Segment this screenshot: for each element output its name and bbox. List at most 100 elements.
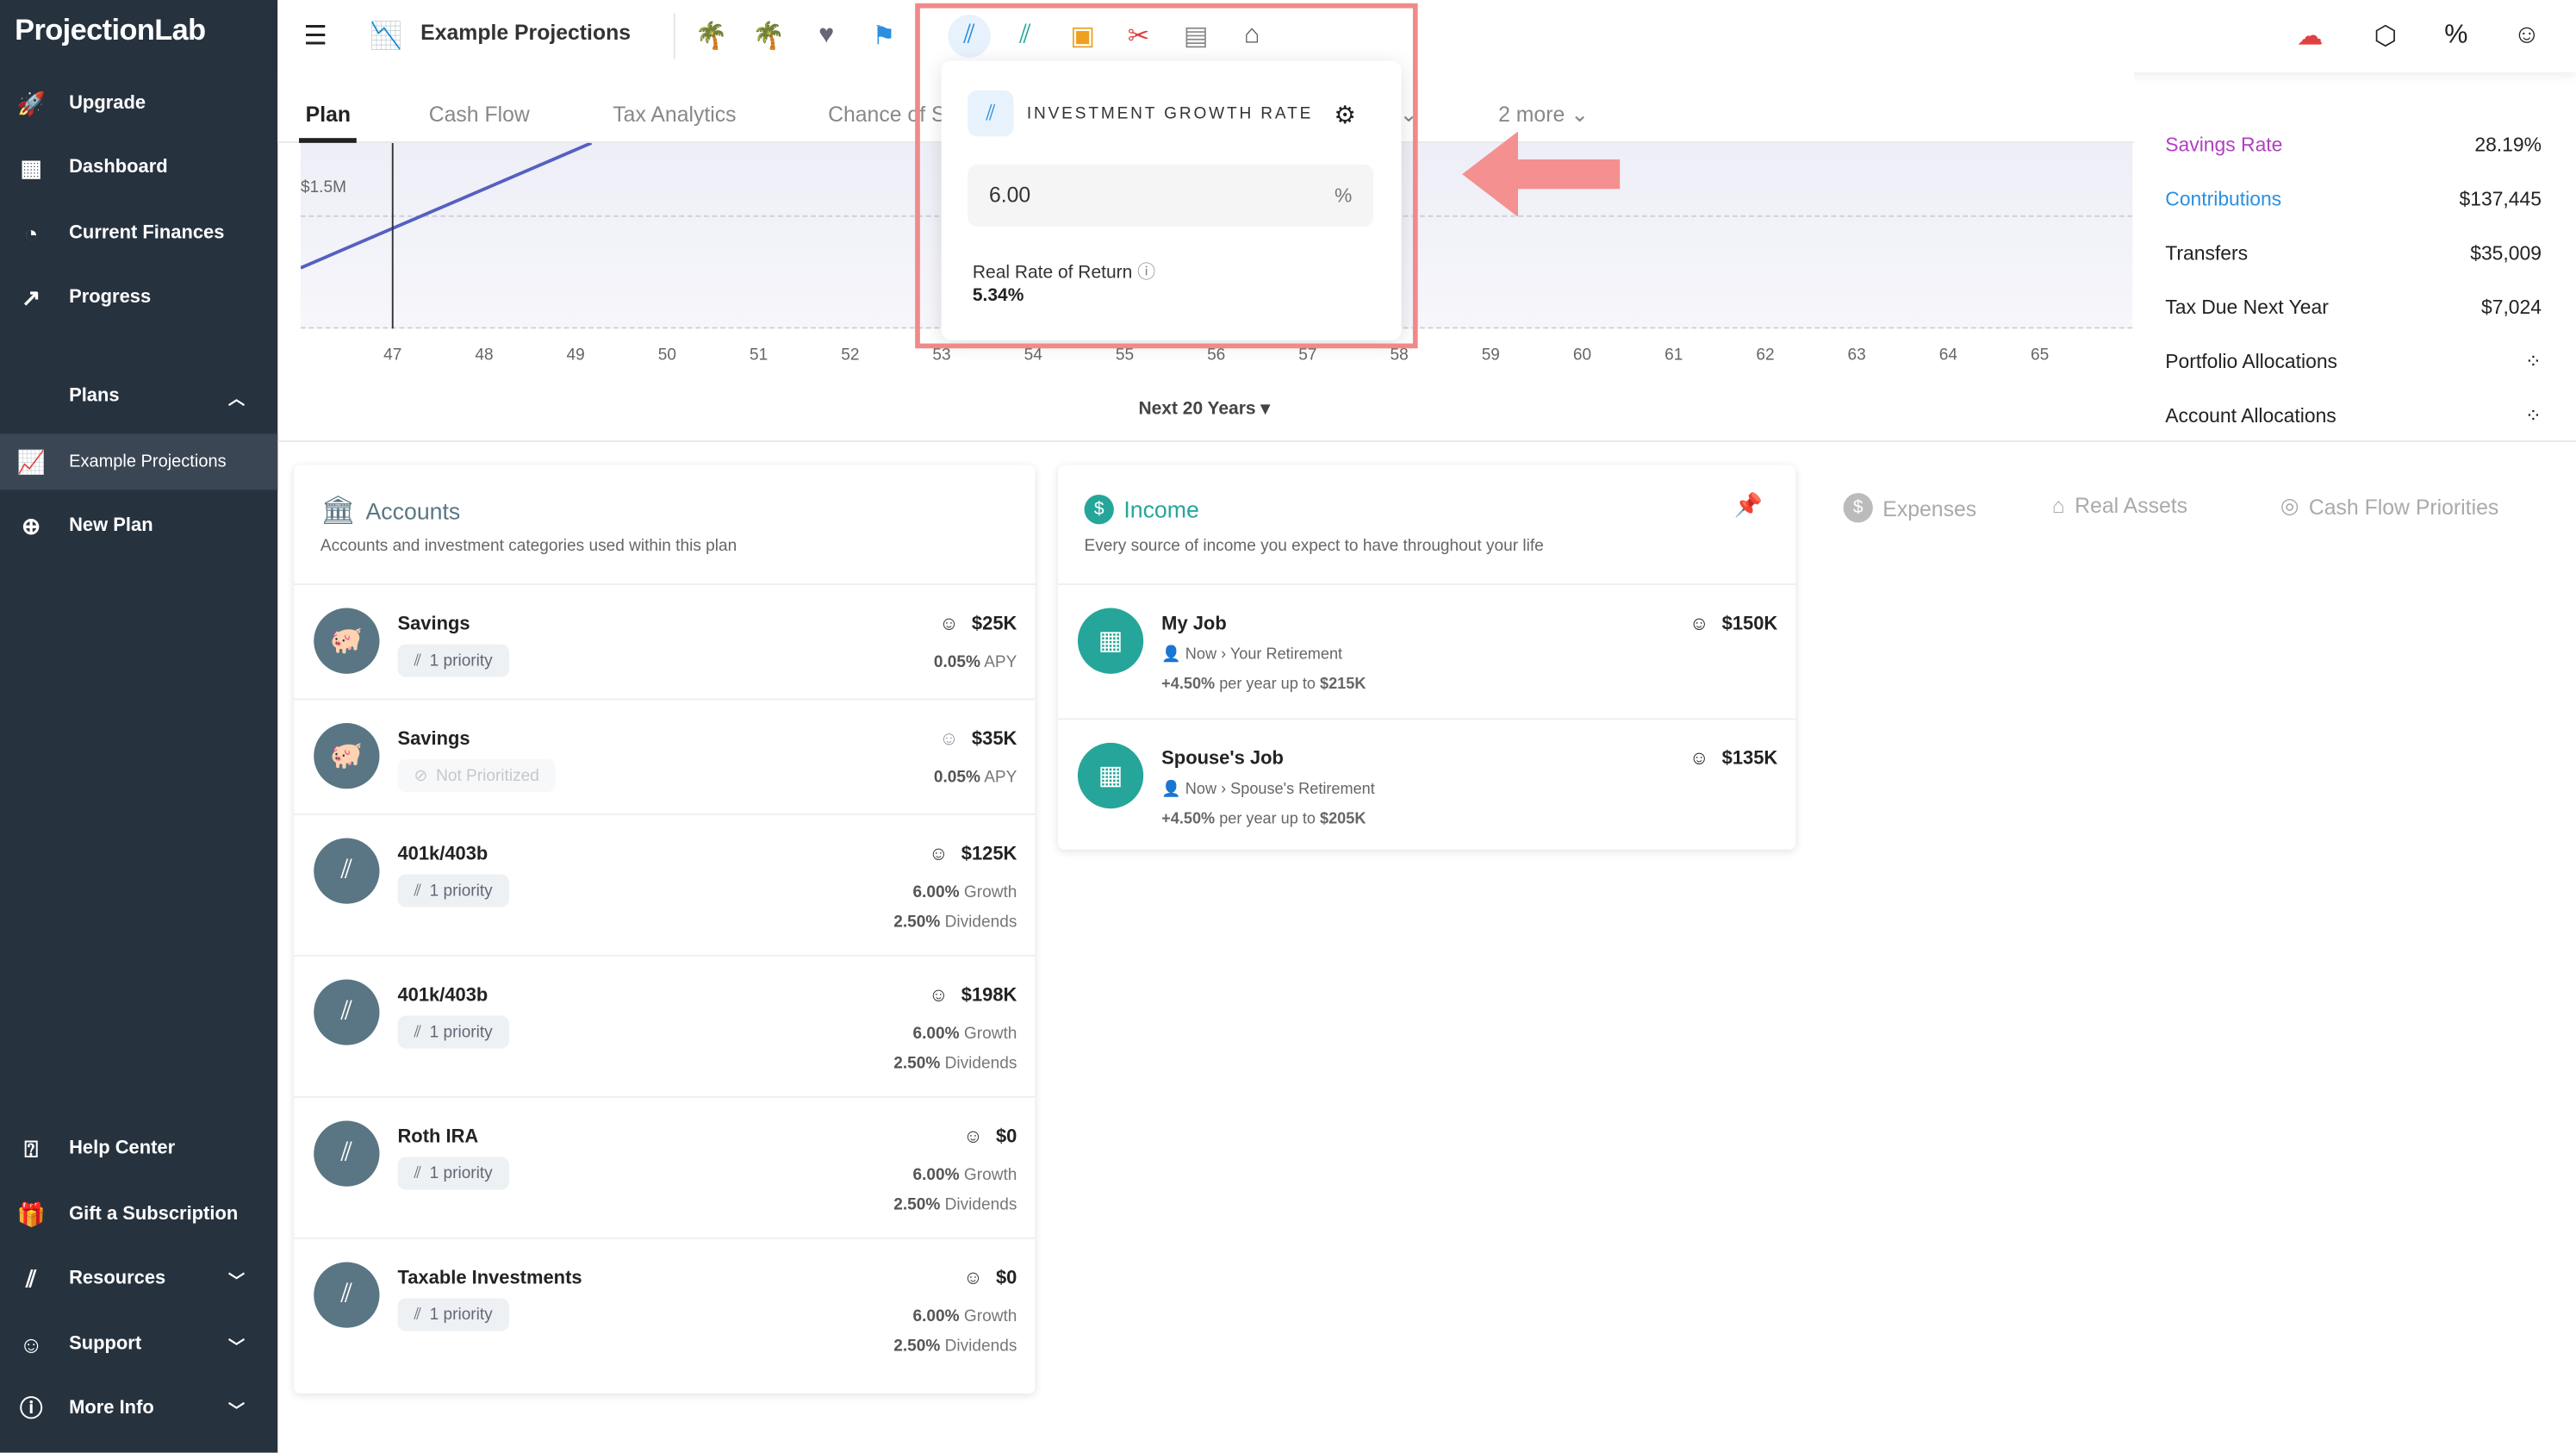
owner-face-icon: ☺ [939,614,959,635]
priority-badge[interactable]: ⫽ 1 priority [397,1298,509,1331]
x-tick-label: 65 [2030,346,2050,365]
summary-row[interactable]: Tax Due Next Year $7,024 [2165,296,2542,319]
settings-card-icon[interactable]: ▤ [1178,18,1214,54]
account-row[interactable]: ⫽ 401k/403b ⫽ 1 priority ☺ $125K 6.00% Gro… [294,813,1036,955]
series-line [300,142,593,270]
account-row[interactable]: ⫽ 401k/403b ⫽ 1 priority ☺ $198K 6.00% Gro… [294,954,1036,1096]
chevron-down-icon: ﹀ [228,1402,246,1421]
tab-cash-flow-priorities[interactable]: ◎ Cash Flow Priorities [2280,493,2498,520]
dashboard-icon: ▦ [20,153,42,180]
tab-cash-flow[interactable]: Cash Flow [429,102,530,127]
x-tick-label: 47 [383,346,402,365]
x-tick-label: 61 [1664,346,1683,365]
investment-growth-icon[interactable]: ⫽ [948,15,991,58]
logo[interactable]: ProjectionLab [15,13,206,47]
tab-real-assets[interactable]: ⌂ Real Assets [2052,493,2187,518]
account-row[interactable]: ⫽ Taxable Investments ⫽ 1 priority ☺ $0 6.… [294,1237,1036,1381]
account-row[interactable]: ⫽ Roth IRA ⫽ 1 priority ☺ $0 6.00% Growth … [294,1095,1036,1238]
sidebar-item-resources[interactable]: ⫽ Resources ﹀ [0,1250,277,1306]
tab-tax-analytics[interactable]: Tax Analytics [613,102,736,127]
investment-icon: ⫽ [314,1120,380,1187]
piggy-bank-icon: 🐖 [314,723,380,789]
x-tick-label: 64 [1938,346,1957,365]
gear-icon[interactable]: ⚙ [1334,100,1356,129]
owner-face-icon: ☺ [929,986,949,1007]
person-clock-icon: 👤 [1161,780,1181,799]
summary-row[interactable]: Transfers $35,009 [2165,241,2542,265]
range-dropdown[interactable]: Next 20 Years ▾ [1138,397,1269,419]
tab-plan[interactable]: Plan [298,102,358,143]
info-icon: ⓘ [19,1394,43,1422]
income-value: ☺ $150K [1689,614,1778,635]
priority-badge[interactable]: ⫽ 1 priority [397,644,509,677]
sidebar-plans-header[interactable]: Plans ︿ [0,368,277,424]
owner-face-icon: ☺ [1689,614,1709,635]
owner-face-icon: ☺ [963,1127,983,1148]
sidebar-item-current-finances[interactable]: ◔ Current Finances [0,205,277,261]
priority-badge[interactable]: ⫽ 1 priority [397,874,509,907]
menu-icon[interactable]: ☰ [297,18,333,54]
sidebar-item-new-plan[interactable]: ⊕ New Plan [0,498,277,554]
sidebar-item-help-center[interactable]: ⍰ Help Center [0,1121,277,1177]
summary-row[interactable]: Portfolio Allocations ⁘ [2165,350,2542,373]
x-tick-label: 48 [475,346,494,365]
sidebar-item-progress[interactable]: ↗ Progress [0,270,277,326]
sidebar-item-more-info[interactable]: ⓘ More Info ﹀ [0,1381,277,1437]
plan-title[interactable]: Example Projections [420,20,631,45]
income-row[interactable]: ▦ Spouse's Job ☺ $135K 👤 Now › Spouse's R… [1058,718,1796,850]
popover-title: INVESTMENT GROWTH RATE [1026,105,1314,124]
sidebar-item-upgrade[interactable]: 🚀 Upgrade [0,76,277,132]
tab-more[interactable]: 2 more ⌄ [1498,102,1589,128]
face-icon[interactable]: ☺ [2509,18,2545,54]
palm-tree-pink-icon[interactable]: 🌴 [750,18,787,54]
investment-icon: ⫽ [314,979,380,1045]
priority-badge[interactable]: ⫽ 1 priority [397,1015,509,1049]
tab-chance-of-success[interactable]: Chance of S [828,102,945,127]
x-tick-label: 60 [1572,346,1592,365]
sidebar-item-dashboard[interactable]: ▦ Dashboard [0,140,277,196]
flag-icon[interactable]: ⚑ [866,18,902,54]
sidebar-item-example-projections[interactable]: 📈 Example Projections [0,433,278,490]
dividend-icon[interactable]: ⫽ [1007,18,1043,54]
investment-icon: ⫽ [314,1262,380,1328]
priority-icon: ⫽ [414,1023,422,1042]
house-icon: ⌂ [2051,493,2065,518]
building-icon: ▦ [1077,608,1144,674]
account-value: ☺ $35K [939,729,1017,750]
person-clock-icon: 👤 [1161,645,1181,664]
palm-tree-icon[interactable]: 🌴 [694,18,730,54]
chevron-down-icon[interactable]: ⌄ [1400,102,1418,128]
account-row[interactable]: 🐖 Savings ⫽ 1 priority ☺ $25K 0.05% APY [294,583,1036,698]
income-header: $ Income [1084,494,1199,525]
growth-rate-input[interactable]: 6.00 % [968,164,1374,228]
health-icon[interactable]: ♥ [808,18,844,54]
priority-icon: ⫽ [414,882,422,901]
priority-badge[interactable]: ⫽ 1 priority [397,1157,509,1190]
summary-row[interactable]: Contributions $137,445 [2165,187,2542,210]
percent-icon[interactable]: % [2438,18,2474,54]
cube-icon[interactable]: ⬡ [2368,18,2404,54]
allocation-icon[interactable]: ⁘ [2525,350,2542,373]
withdrawal-icon[interactable]: ✂ [1121,18,1157,54]
tax-icon[interactable]: ▣ [1065,18,1101,54]
income-row[interactable]: ▦ My Job ☺ $150K 👤 Now › Your Retirement … [1058,583,1796,718]
x-tick-label: 51 [749,346,768,365]
tab-expenses[interactable]: $ Expenses [1843,493,1976,523]
x-tick-label: 54 [1024,346,1042,365]
income-value: ☺ $135K [1689,749,1778,770]
bank-arrow-icon[interactable]: ⌂ [1234,18,1270,54]
priority-badge[interactable]: ⊘ Not Prioritized [397,758,556,793]
allocation-icon[interactable]: ⁘ [2525,404,2542,427]
account-row[interactable]: 🐖 Savings ⊘ Not Prioritized ☺ $35K 0.05% A… [294,698,1036,813]
info-icon[interactable]: ⓘ [1137,263,1155,283]
x-tick-label: 56 [1207,346,1226,365]
summary-row[interactable]: Savings Rate 28.19% [2165,133,2542,156]
chart-icon: 📉 [370,22,403,52]
pin-icon[interactable]: 📌 [1734,491,1763,519]
sidebar-item-support[interactable]: ☺ Support ﹀ [0,1316,277,1372]
help-icon: ⍰ [24,1134,39,1162]
divider [277,440,2576,442]
summary-row[interactable]: Account Allocations ⁘ [2165,404,2542,427]
sidebar-item-gift[interactable]: 🎁 Gift a Subscription [0,1187,277,1243]
cloud-off-icon[interactable]: ☁ [2292,18,2328,54]
